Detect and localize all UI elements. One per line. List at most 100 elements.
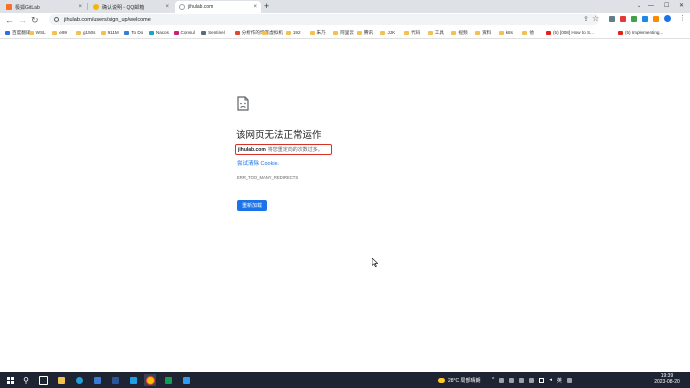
weather-widget[interactable]: 28°C 局部晴朗	[438, 372, 481, 388]
new-tab-button[interactable]: +	[264, 1, 269, 12]
tray-app-icon[interactable]	[529, 377, 535, 383]
reload-page-button[interactable]: 重新加载	[237, 200, 267, 211]
address-url: jihulab.com/users/sign_up/welcome	[64, 16, 151, 23]
bookmark-item[interactable]: 朱乃	[309, 28, 326, 37]
back-button[interactable]: ←	[5, 14, 14, 26]
tab-close-icon[interactable]: ×	[165, 4, 169, 10]
bookmark-icon	[52, 30, 58, 35]
file-explorer-icon[interactable]	[55, 374, 67, 386]
tab-search-chevron-icon[interactable]: ⌄	[637, 0, 641, 12]
tray-app-icon[interactable]	[519, 377, 525, 383]
tab-qqmail[interactable]: 确认说明 - QQ邮箱 ×	[89, 1, 173, 13]
bookmark-item[interactable]: JJK	[380, 28, 395, 37]
windows-start-button[interactable]	[4, 374, 16, 386]
bookmark-label: Nacos	[155, 30, 169, 35]
reload-button[interactable]: ↻	[31, 14, 39, 26]
bookmark-item[interactable]: 阿里云	[333, 28, 354, 37]
bookmark-item[interactable]: 911M	[100, 28, 119, 37]
bookmark-label: Sentinel	[208, 30, 225, 35]
tab-close-icon[interactable]: ×	[78, 4, 82, 10]
bookmark-label: WSL	[35, 30, 46, 35]
maximize-button[interactable]: ☐	[664, 0, 669, 12]
extension-icon[interactable]	[653, 16, 659, 22]
app-icon[interactable]	[162, 374, 174, 386]
menu-kebab-icon[interactable]: ⋮	[679, 14, 686, 22]
minimize-button[interactable]: —	[648, 0, 654, 12]
edge-icon[interactable]	[73, 374, 85, 386]
bookmark-icon	[234, 30, 240, 35]
bookmark-label: (5) [008] How to S...	[553, 30, 594, 35]
error-message-text: 将您重定向的次数过多。	[267, 147, 323, 153]
bookmark-item[interactable]: g150s	[75, 28, 95, 37]
ime-icon[interactable]	[566, 377, 572, 383]
share-icon[interactable]: ⇪	[583, 15, 589, 23]
bookmark-item[interactable]: 百度翻译	[5, 28, 30, 37]
weather-text: 28°C 局部晴朗	[448, 377, 481, 384]
tab-close-icon[interactable]: ×	[253, 4, 257, 10]
bookmark-item[interactable]: To Do	[124, 28, 143, 37]
extension-icon[interactable]	[609, 16, 615, 22]
bookmark-label: k8s	[505, 30, 513, 35]
bookmark-label: 视频	[458, 29, 468, 35]
app-icon[interactable]	[109, 374, 121, 386]
task-view-icon[interactable]	[37, 374, 49, 386]
tray-app-icon[interactable]	[499, 377, 505, 383]
bookmark-label: 资料	[482, 29, 492, 35]
bookmark-icon	[100, 30, 106, 35]
mouse-cursor-icon	[372, 258, 378, 267]
bookmark-item[interactable]: e99	[52, 28, 67, 37]
tab-jihulab[interactable]: jihulab.com ×	[175, 1, 261, 13]
bookmark-item[interactable]: 192	[285, 28, 301, 37]
profile-avatar[interactable]	[664, 15, 671, 22]
bookmark-icon	[173, 30, 179, 35]
input-language-indicator[interactable]: 英	[557, 377, 562, 384]
bookmark-item[interactable]: 工具	[427, 28, 444, 37]
forward-button[interactable]: →	[18, 14, 27, 26]
app-icon[interactable]	[127, 374, 139, 386]
close-window-button[interactable]: ✕	[679, 0, 684, 12]
bookmark-icon	[451, 30, 457, 35]
bookmark-icon	[309, 30, 315, 35]
bookmark-star-icon[interactable]: ☆	[592, 14, 599, 23]
bookmark-label: JJK	[387, 30, 396, 35]
bookmark-icon	[617, 30, 623, 35]
bookmark-item[interactable]: 他	[522, 28, 534, 37]
bookmark-item[interactable]: (5) [008] How to S...	[546, 28, 594, 37]
search-icon[interactable]: ⚲	[20, 374, 32, 386]
extension-icon[interactable]	[631, 16, 637, 22]
bookmark-item[interactable]: (5) Implementing...	[617, 28, 663, 37]
tab-gitlab[interactable]: 极狐GitLab ×	[2, 1, 86, 13]
bookmark-item[interactable]: 视频	[451, 28, 468, 37]
error-domain: jihulab.com	[238, 146, 266, 153]
extension-icon[interactable]	[642, 16, 648, 22]
clock[interactable]: 19:39 2023-08-20	[652, 373, 682, 385]
bookmark-item[interactable]: k8s	[498, 28, 513, 37]
site-info-icon[interactable]	[54, 17, 59, 22]
bookmark-item[interactable]: Sentinel	[201, 28, 225, 37]
app-icon[interactable]	[180, 374, 192, 386]
bookmark-item[interactable]: Consul	[173, 28, 195, 37]
bookmark-item[interactable]: Nacos	[148, 28, 169, 37]
tray-app-icon[interactable]	[509, 377, 515, 383]
clear-cookies-link[interactable]: 尝试清除 Cookie.	[237, 159, 279, 167]
bookmark-item[interactable]: 腾讯	[356, 28, 373, 37]
taskbar: ⚲ 28°C 局部晴朗 ^ ◂ 英 19:39 2023-08-20	[0, 372, 690, 388]
volume-icon[interactable]: ◂	[549, 377, 552, 383]
bookmark-item[interactable]: WSL	[28, 28, 46, 37]
bookmark-icon	[475, 30, 481, 35]
bookmark-item[interactable]: 代码	[404, 28, 420, 37]
bookmark-label: e99	[59, 30, 67, 35]
bookmark-label: 工具	[434, 29, 444, 35]
bookmark-icon	[522, 30, 528, 35]
tab-separator	[87, 3, 88, 10]
network-icon[interactable]	[539, 377, 545, 383]
extension-icon[interactable]	[620, 16, 626, 22]
store-icon[interactable]	[91, 374, 103, 386]
bookmark-item[interactable]: 虚拟机	[262, 28, 283, 37]
sad-page-icon	[237, 96, 249, 111]
bookmark-label: 朱乃	[316, 29, 326, 35]
chrome-icon[interactable]	[144, 374, 156, 386]
tray-chevron-icon[interactable]: ^	[492, 377, 494, 383]
bookmark-item[interactable]: 资料	[475, 28, 491, 37]
address-bar[interactable]: jihulab.com/users/sign_up/welcome	[49, 14, 599, 25]
